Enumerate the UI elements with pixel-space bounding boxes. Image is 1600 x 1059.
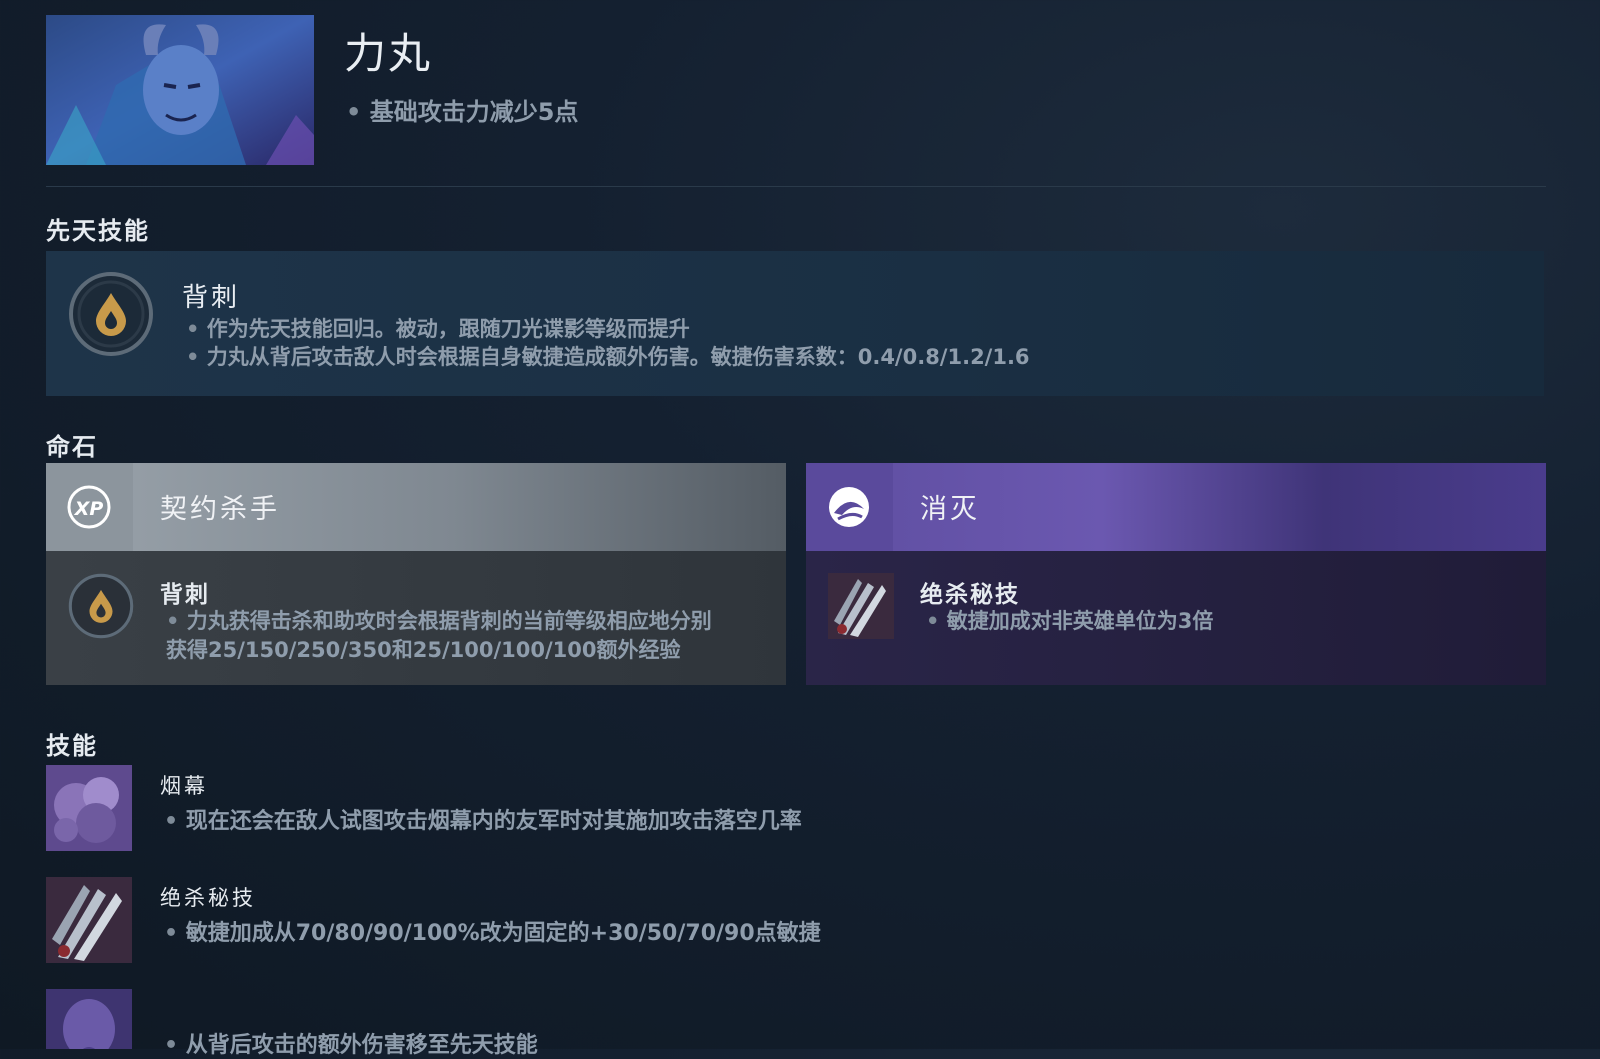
ability-name: 绝杀秘技 xyxy=(160,886,256,910)
ability-name: 烟幕 xyxy=(160,774,208,798)
swirl-icon xyxy=(829,487,869,527)
facet-title: 契约杀手 xyxy=(160,494,280,525)
hero-portrait xyxy=(46,15,314,165)
innate-section-title: 先天技能 xyxy=(46,217,150,245)
backstab-icon xyxy=(68,573,134,643)
facet-card-right[interactable]: 消灭 绝杀秘技 敏捷加成对非英雄单位为3倍 xyxy=(806,463,1546,685)
facet-ability-name: 背刺 xyxy=(160,582,210,608)
hero-name: 力丸 xyxy=(344,29,433,78)
facet-ability-desc: 敏捷加成对非英雄单位为3倍 xyxy=(926,607,1526,636)
cloak-icon[interactable] xyxy=(46,989,132,1049)
abilities-section-title: 技能 xyxy=(46,732,98,760)
facet-ability-name: 绝杀秘技 xyxy=(920,582,1020,608)
facet-body: 绝杀秘技 敏捷加成对非英雄单位为3倍 xyxy=(806,551,1546,685)
innate-card: 背刺 作为先天技能回归。被动，跟随刀光谍影等级而提升 力丸从背后攻击敌人时会根据… xyxy=(46,251,1544,396)
ability-desc: 从背后攻击的额外伤害移至先天技能 xyxy=(164,1027,538,1059)
facet-title: 消灭 xyxy=(920,494,980,525)
innate-line-2: 力丸从背后攻击敌人时会根据自身敏捷造成额外伤害。敏捷伤害系数：0.4/0.8/1… xyxy=(186,341,1030,371)
daggers-icon xyxy=(828,573,894,639)
svg-text:XP: XP xyxy=(74,498,104,520)
ability-desc: 敏捷加成从70/80/90/100%改为固定的+30/50/70/90点敏捷 xyxy=(164,915,821,947)
hero-note: 基础攻击力减少5点 xyxy=(346,92,579,127)
divider xyxy=(46,186,1546,187)
facet-icon-box: XP xyxy=(46,463,133,551)
facet-ability-desc: 力丸获得击杀和助攻时会根据背刺的当前等级相应地分别获得25/150/250/35… xyxy=(166,607,726,665)
ability-desc: 现在还会在敌人试图攻击烟幕内的友军时对其施加攻击落空几率 xyxy=(164,803,802,835)
facets-section-title: 命石 xyxy=(46,433,98,461)
xp-icon: XP xyxy=(67,485,111,529)
facet-card-left[interactable]: XP 契约杀手 背刺 力丸获得击杀和助攻时会根据背刺的当前等级相应地分别获得25… xyxy=(46,463,786,685)
innate-line-1: 作为先天技能回归。被动，跟随刀光谍影等级而提升 xyxy=(186,313,690,343)
facet-body: 背刺 力丸获得击杀和助攻时会根据背刺的当前等级相应地分别获得25/150/250… xyxy=(46,551,786,685)
facet-header: XP 契约杀手 xyxy=(46,463,786,551)
facet-header: 消灭 xyxy=(806,463,1546,551)
facet-icon-box xyxy=(806,463,893,551)
innate-name: 背刺 xyxy=(182,283,241,313)
backstab-icon xyxy=(68,271,154,357)
daggers-icon[interactable] xyxy=(46,877,132,963)
smoke-screen-icon[interactable] xyxy=(46,765,132,851)
